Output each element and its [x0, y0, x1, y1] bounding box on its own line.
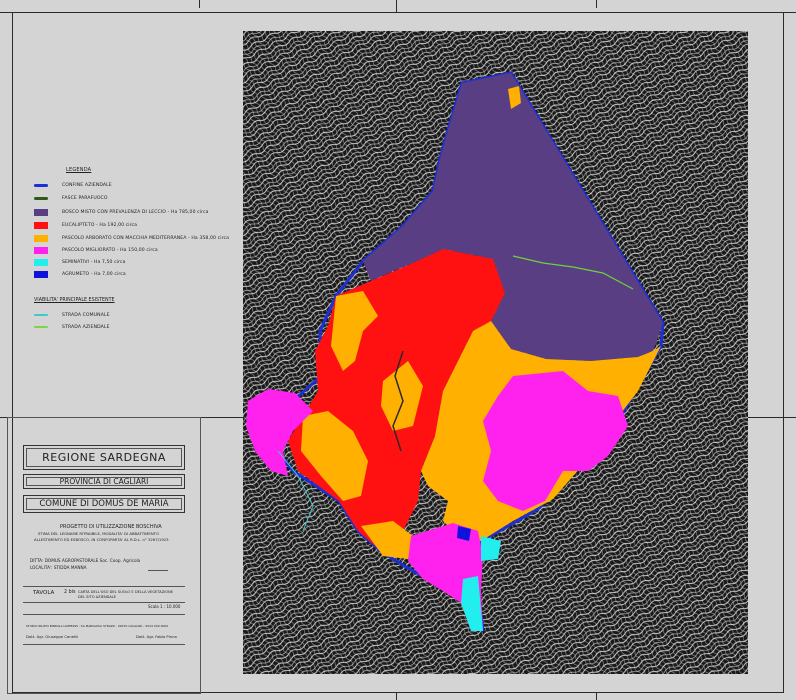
tavola-label: TAVOLA: [33, 590, 55, 596]
frame-tick: [396, 692, 397, 700]
title-block: REGIONE SARDEGNA PROVINCIA DI CAGLIARI C…: [7, 417, 201, 694]
legend-swatch: [34, 258, 48, 266]
drawing-sheet: LEGENDA CONFINE AZIENDALE FASCE PARAFUOC…: [0, 0, 796, 700]
project-line2: ALLESTIMENTO ED ESBOSCO, IN CONFORMITA' …: [34, 537, 169, 542]
legend-roads-title: VIABILITA' PRINCIPALE ESISTENTE: [34, 298, 115, 303]
frame-top-mid: [396, 0, 397, 12]
legend-swatch: [34, 246, 48, 254]
divider: [23, 602, 185, 603]
legend-label: BOSCO MISTO CON PREVALENZA DI LECCIO - H…: [62, 209, 209, 215]
legend-item-bosco: BOSCO MISTO CON PREVALENZA DI LECCIO - H…: [34, 207, 209, 217]
ditta: DITTA: DOMUS AGROPASTORALE Soc. Coop. Ag…: [30, 558, 141, 563]
region-box: REGIONE SARDEGNA: [23, 445, 185, 470]
legend-title: LEGENDA: [66, 167, 92, 173]
legend-swatch: [34, 221, 48, 229]
comune-box: COMUNE DI DOMUS DE MARIA: [23, 495, 185, 513]
province-box: PROVINCIA DI CAGLIARI: [23, 474, 185, 489]
legend-label: SEMINATIVI - Ha 7,50 circa: [62, 259, 126, 265]
legend-swatch: [34, 183, 48, 187]
frame-tick: [596, 0, 597, 8]
localita: LOCALITA': STIDDA MANNA: [30, 565, 87, 570]
legend-label: EUCALIPTETO - Ha 192,00 circa: [62, 222, 138, 228]
frame-tick: [596, 692, 597, 700]
legend-swatch: [34, 234, 48, 242]
tavola-desc-line1: CARTA DELL'USO DEL SUOLO E DELLA VEGETAZ…: [78, 590, 174, 594]
legend-label: PASCOLO MIGLIORATO - Ha 150,00 circa: [62, 247, 158, 253]
legend-label: FASCE PARAFUOCO: [62, 195, 108, 201]
legend-label: STRADA AZIENDALE: [62, 324, 110, 330]
legend-item-strada-comunale: STRADA COMUNALE: [34, 310, 110, 320]
legend-item-pascolo-arborato: PASCOLO ARBORATO CON MACCHIA MEDITERRANE…: [34, 233, 229, 243]
scale: Scala 1 : 10.000: [148, 604, 181, 609]
legend-swatch: [34, 326, 48, 328]
author-2: Dott. Agr. Fabio Pinna: [136, 634, 177, 639]
legend-label: AGRUMETO - Ha 7,00 circa: [62, 271, 126, 277]
divider: [23, 644, 185, 645]
frame-tick: [199, 0, 200, 8]
divider: [23, 614, 185, 615]
frame-right: [783, 12, 784, 692]
author-1: Dott. Agr. Giuseppe Canetti: [26, 634, 79, 639]
legend-item-seminativi: SEMINATIVI - Ha 7,50 circa: [34, 257, 126, 267]
legend-item-agrumeto: AGRUMETO - Ha 7,00 circa: [34, 269, 126, 279]
tavola-number: 2 bis: [64, 590, 76, 595]
frame-top: [0, 12, 796, 13]
legend-label: CONFINE AZIENDALE: [62, 182, 112, 188]
project-title: PROGETTO DI UTILIZZAZIONE BOSCHIVA: [60, 524, 162, 530]
legend-swatch: [34, 270, 48, 278]
legend-swatch: [34, 196, 48, 200]
tavola-desc-line2: DEL SITO AZIENDALE: [78, 595, 117, 599]
legend-label: STRADA COMUNALE: [62, 312, 110, 318]
legend-label: PASCOLO ARBORATO CON MACCHIA MEDITERRANE…: [62, 235, 230, 241]
comune-title: COMUNE DI DOMUS DE MARIA: [39, 499, 169, 509]
legend-swatch: [34, 208, 48, 216]
legend-item-confine: CONFINE AZIENDALE: [34, 180, 112, 190]
legend-item-strada-aziendale: STRADA AZIENDALE: [34, 322, 110, 332]
legend-item-fasce: FASCE PARAFUOCO: [34, 193, 108, 203]
legend-item-eucalipteto: EUCALIPTETO - Ha 192,00 circa: [34, 220, 137, 230]
localita-underline: [148, 570, 168, 571]
legend-swatch: [34, 314, 48, 316]
land-use-map[interactable]: [243, 31, 748, 674]
divider: [23, 586, 185, 587]
project-line1: STIMA DEL LEGNAME RITRAIBILE, MODALITA' …: [38, 531, 159, 536]
region-title: REGIONE SARDEGNA: [42, 451, 166, 464]
province-title: PROVINCIA DI CAGLIARI: [59, 477, 149, 486]
frame-mid-right: [748, 417, 796, 418]
map-svg: [243, 31, 748, 674]
info-line: STUDIO RILIEVI BINDALLI AMPEZZI - SA MAR…: [26, 624, 169, 628]
legend-item-pascolo-migliorato: PASCOLO MIGLIORATO - Ha 150,00 circa: [34, 245, 158, 255]
